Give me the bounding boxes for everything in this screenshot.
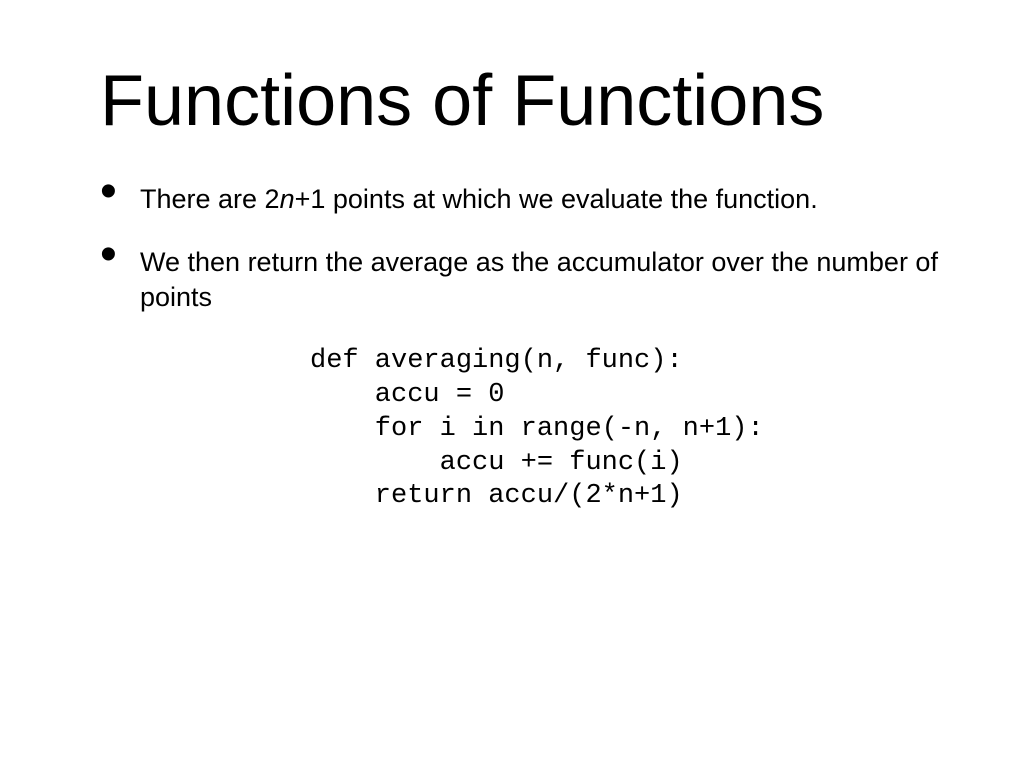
bullet-text: There are 2: [140, 184, 280, 214]
bullet-text: We then return the average as the accumu…: [140, 247, 938, 312]
code-block: def averaging(n, func): accu = 0 for i i…: [310, 345, 964, 514]
slide-title: Functions of Functions: [100, 60, 964, 142]
bullet-text-italic: n: [280, 184, 295, 214]
bullet-item: There are 2n+1 points at which we evalua…: [100, 182, 964, 217]
bullet-item: We then return the average as the accumu…: [100, 245, 964, 315]
slide: Functions of Functions There are 2n+1 po…: [0, 0, 1024, 768]
bullet-text: +1 points at which we evaluate the funct…: [295, 184, 818, 214]
bullet-list: There are 2n+1 points at which we evalua…: [100, 182, 964, 315]
